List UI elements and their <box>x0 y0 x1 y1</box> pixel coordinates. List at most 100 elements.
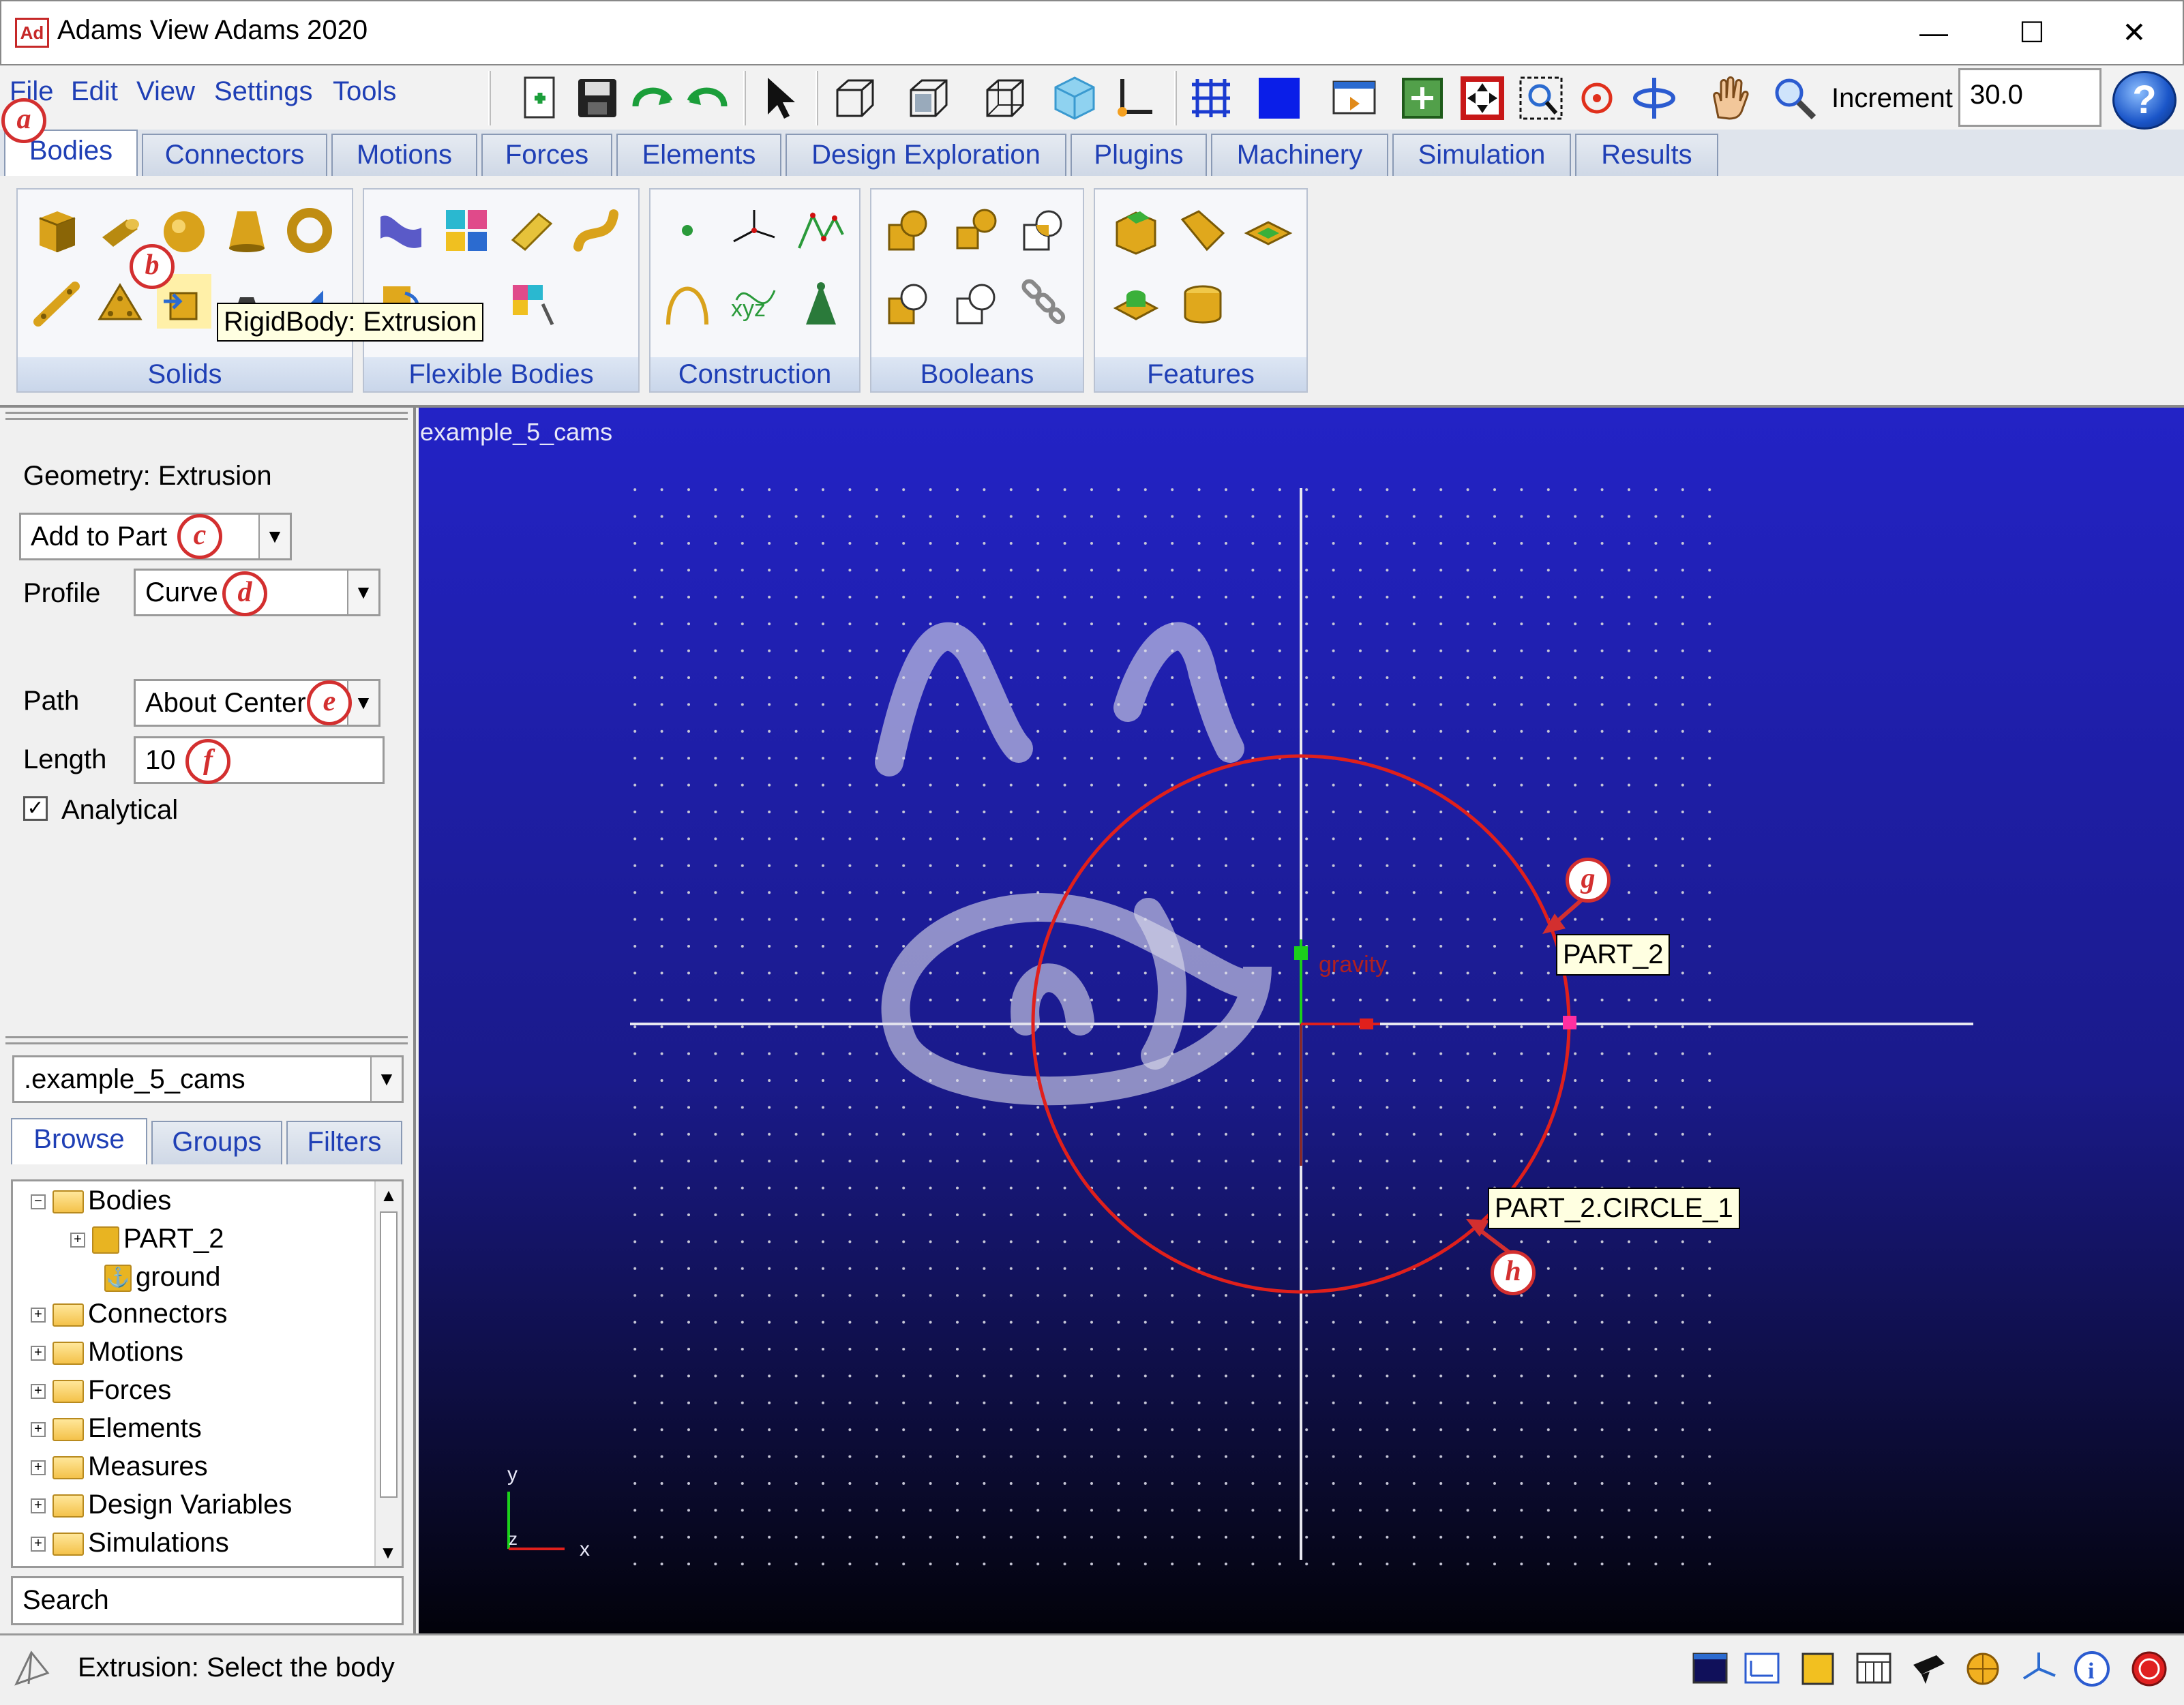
minimize-button[interactable]: — <box>1906 15 1961 50</box>
marker-icon[interactable] <box>727 203 781 258</box>
help-button[interactable]: ? <box>2112 71 2176 130</box>
search-input[interactable]: Search <box>11 1576 404 1625</box>
scroll-up-icon[interactable]: ▲ <box>376 1181 402 1209</box>
menu-settings[interactable]: Settings <box>214 76 313 107</box>
scroll-down-icon[interactable]: ▼ <box>376 1539 400 1566</box>
undo-icon[interactable] <box>629 74 678 123</box>
analytical-checkbox[interactable]: ✓ <box>23 796 48 821</box>
box-icon[interactable] <box>30 203 85 258</box>
arc-icon[interactable] <box>660 277 715 331</box>
expand-icon[interactable]: + <box>31 1537 46 1552</box>
expand-icon[interactable]: + <box>31 1498 46 1514</box>
display-settings-icon[interactable] <box>1330 74 1379 123</box>
panel-splitter[interactable] <box>5 412 408 420</box>
union-icon[interactable] <box>881 203 936 258</box>
info-icon[interactable]: i <box>2073 1648 2111 1688</box>
tab-connectors[interactable]: Connectors <box>142 134 327 176</box>
tab-machinery[interactable]: Machinery <box>1211 134 1388 176</box>
split-icon[interactable] <box>949 277 1004 331</box>
cut-icon[interactable] <box>881 277 936 331</box>
flex-discrete-icon[interactable] <box>374 203 428 258</box>
table-icon[interactable] <box>1855 1648 1893 1688</box>
scroll-thumb[interactable] <box>380 1211 398 1498</box>
tab-browse[interactable]: Browse <box>11 1118 147 1164</box>
torus-icon[interactable] <box>282 203 337 258</box>
chamfer-icon[interactable] <box>1109 203 1163 258</box>
link-icon[interactable] <box>30 277 85 331</box>
tab-design-exploration[interactable]: Design Exploration <box>786 134 1066 176</box>
marker-x-handle[interactable] <box>1360 1019 1373 1029</box>
point-icon[interactable] <box>660 203 715 258</box>
tree-item-part-2[interactable]: + PART_2 <box>70 1224 224 1261</box>
expand-icon[interactable]: + <box>70 1233 85 1248</box>
expand-icon[interactable]: + <box>31 1384 46 1400</box>
tree-item-design-variables[interactable]: + Design Variables <box>31 1490 292 1526</box>
tree-item-elements[interactable]: + Elements <box>31 1413 202 1450</box>
model-dropdown[interactable]: .example_5_cams ▼ <box>12 1055 404 1103</box>
plot-icon[interactable] <box>1743 1648 1781 1688</box>
save-icon[interactable] <box>573 74 622 123</box>
tab-simulation[interactable]: Simulation <box>1392 134 1571 176</box>
length-input[interactable]: 10 <box>134 736 385 784</box>
globe-icon[interactable] <box>1964 1648 2002 1688</box>
menu-tools[interactable]: Tools <box>333 76 396 107</box>
tab-elements[interactable]: Elements <box>616 134 781 176</box>
cone-geometry-icon[interactable] <box>794 277 848 331</box>
frustum-icon[interactable] <box>220 203 274 258</box>
expand-icon[interactable]: + <box>31 1308 46 1323</box>
pan-hand-icon[interactable] <box>1705 74 1754 123</box>
zoom-box-icon[interactable] <box>1516 74 1566 123</box>
rotate-view-icon[interactable] <box>1630 74 1679 123</box>
browser-splitter[interactable] <box>5 1036 408 1044</box>
hole-icon[interactable] <box>1109 277 1163 331</box>
menu-edit[interactable]: Edit <box>71 76 118 107</box>
tree-item-bodies[interactable]: − Bodies <box>31 1186 171 1222</box>
tree-item-measures[interactable]: + Measures <box>31 1451 208 1488</box>
window-layout-icon[interactable] <box>1691 1648 1729 1688</box>
intersect-icon[interactable] <box>1016 203 1071 258</box>
view-side-icon[interactable] <box>981 74 1030 123</box>
redo-icon[interactable] <box>682 74 731 123</box>
center-target-icon[interactable] <box>1572 74 1621 123</box>
zoom-icon[interactable] <box>1770 74 1819 123</box>
fillet-icon[interactable] <box>1176 203 1230 258</box>
tab-filters[interactable]: Filters <box>286 1121 402 1164</box>
tree-item-connectors[interactable]: + Connectors <box>31 1299 228 1336</box>
collapse-icon[interactable]: − <box>31 1194 46 1210</box>
fit-all-icon[interactable] <box>1458 74 1507 123</box>
boss-icon[interactable] <box>1176 277 1230 331</box>
hollow-icon[interactable] <box>1241 203 1296 258</box>
circle-hotpoint[interactable] <box>1563 1016 1576 1029</box>
view-front-icon[interactable] <box>831 74 880 123</box>
menu-view[interactable]: View <box>136 76 195 107</box>
tab-motions[interactable]: Motions <box>331 134 477 176</box>
flex-beam-icon[interactable] <box>505 203 559 258</box>
coordinate-system-icon[interactable] <box>2020 1648 2058 1688</box>
tree-item-motions[interactable]: + Motions <box>31 1337 183 1374</box>
flex-curve-icon[interactable] <box>569 203 623 258</box>
merge-icon[interactable] <box>949 203 1004 258</box>
view-iso-icon[interactable] <box>1050 74 1099 123</box>
tree-item-ground[interactable]: ⚓ ground <box>104 1262 221 1299</box>
chain-icon[interactable] <box>1016 277 1071 331</box>
tab-results[interactable]: Results <box>1575 134 1718 176</box>
marker-handle[interactable] <box>1294 946 1308 960</box>
tab-forces[interactable]: Forces <box>481 134 612 176</box>
maximize-button[interactable]: ☐ <box>2005 15 2059 50</box>
expand-icon[interactable]: + <box>31 1422 46 1438</box>
mode-dropdown[interactable]: Add to Part ▼ <box>19 513 292 560</box>
mesh-render-icon[interactable] <box>1186 74 1236 123</box>
tree-item-simulations[interactable]: + Simulations <box>31 1528 229 1565</box>
flex-import-icon[interactable] <box>439 203 494 258</box>
flex-mesh-icon[interactable] <box>505 277 559 331</box>
tab-groups[interactable]: Groups <box>151 1121 282 1164</box>
polyline-icon[interactable] <box>794 203 848 258</box>
expand-icon[interactable]: + <box>31 1460 46 1476</box>
shaded-render-icon[interactable] <box>1255 74 1304 123</box>
stop-icon[interactable] <box>2130 1648 2168 1688</box>
select-cursor-icon[interactable] <box>756 74 805 123</box>
part-render-icon[interactable] <box>1799 1648 1837 1688</box>
expand-icon[interactable]: + <box>31 1346 46 1361</box>
fit-view-icon[interactable] <box>1398 74 1447 123</box>
black-part-icon[interactable] <box>1909 1648 1947 1688</box>
